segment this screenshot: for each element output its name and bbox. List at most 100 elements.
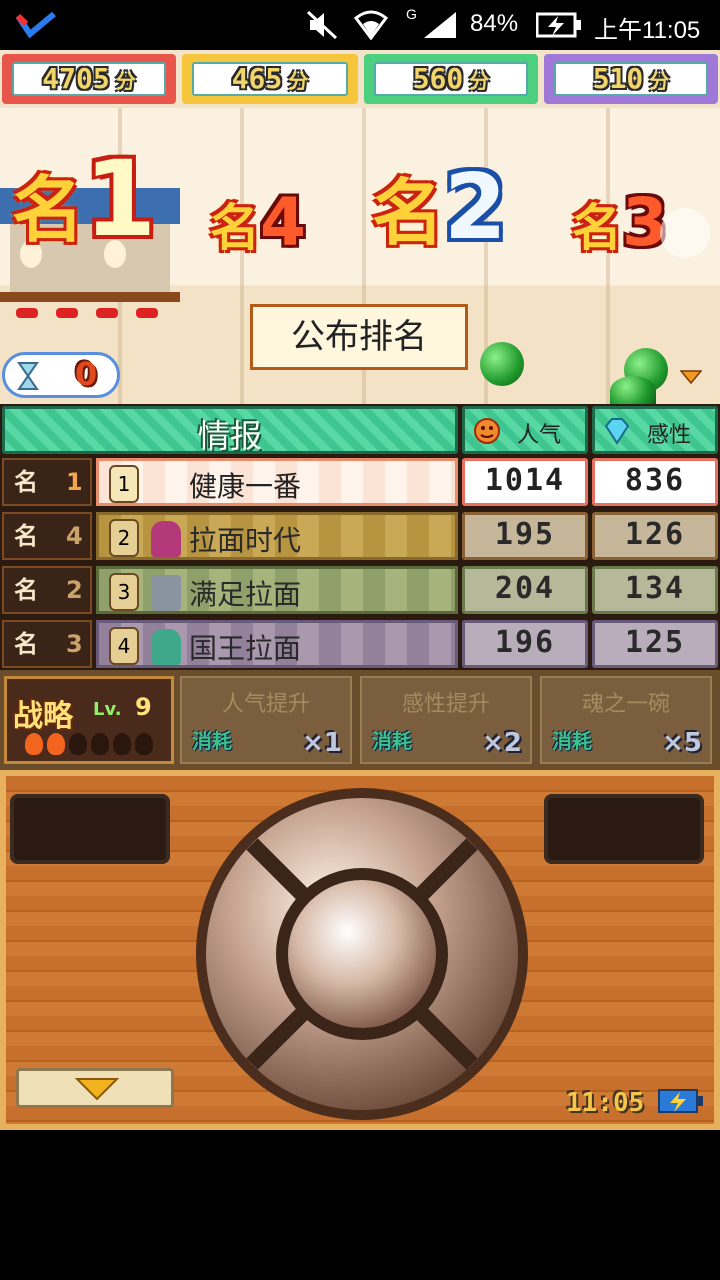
money-panel-3: 560 分 (364, 54, 538, 104)
row-rank: 名 1 (2, 458, 92, 506)
rank-label: 名 (372, 171, 445, 255)
row-rank-label: 名 (14, 576, 38, 604)
flame-empty-icon (69, 733, 87, 755)
money-unit: 分 (649, 69, 670, 93)
flame-empty-icon (113, 733, 131, 755)
floating-menu-button[interactable] (660, 208, 710, 258)
stool (16, 308, 38, 318)
row-sense-value: 836 (592, 458, 718, 506)
app-logo-icon (16, 12, 56, 38)
status-bar: G 84% 上午11:05 (0, 0, 720, 50)
row-number-tag: 1 (109, 465, 139, 503)
flame-icon (47, 733, 65, 755)
flame-empty-icon (91, 733, 109, 755)
row-name-cell: 1 健康一番 (96, 458, 458, 506)
owner-avatar (151, 575, 181, 611)
row-popularity-value: 196 (462, 620, 588, 668)
money-bar: 4705 分 465 分 560 分 510 分 (0, 50, 720, 108)
money-value: 560 (412, 62, 464, 95)
stool (56, 308, 78, 318)
row-rank-number: 3 (66, 630, 83, 658)
strategy-level-label: Lv. (93, 699, 122, 720)
skill-cost-label: 消耗 (552, 729, 592, 753)
green-orb (610, 376, 656, 406)
row-rank-label: 名 (14, 522, 38, 550)
strategy-bar: 战略 Lv. 9 人气提升 消耗 ×1 感性提升 消耗 ×2 魂之一碗 消耗 ×… (0, 670, 720, 770)
info-title: 情报 (197, 417, 262, 455)
row-rank-number: 4 (66, 522, 83, 550)
signal-icon (424, 12, 456, 38)
row-sense-value: 134 (592, 566, 718, 614)
table-row[interactable]: 名 2 3 满足拉面 204 134 (0, 564, 720, 616)
rank-label: 名 (572, 199, 622, 257)
owner-avatar (151, 521, 181, 557)
sense-header: 感性 (592, 406, 718, 454)
green-orb (480, 342, 524, 386)
left-screen (10, 794, 170, 864)
row-rank: 名 2 (2, 566, 92, 614)
battery-charging-icon (658, 1089, 703, 1113)
ranking-table: 情报 人气 感性 名 1 1 健康一番 1014 836 名 4 2 拉面时代 … (0, 404, 720, 670)
row-shop-name: 健康一番 (189, 470, 302, 503)
flame-gauge (25, 733, 153, 755)
money-unit: 分 (288, 69, 309, 93)
row-name-cell: 3 满足拉面 (96, 566, 458, 614)
row-popularity-value: 195 (462, 512, 588, 560)
rank-label: 名 (12, 168, 85, 252)
timer-indicator: 0 (2, 352, 120, 398)
rank-badge-1: 名1 (12, 138, 156, 260)
money-value: 510 (592, 62, 644, 95)
skill-name: 人气提升 (221, 692, 310, 717)
mute-icon (306, 10, 338, 40)
dpad-control[interactable] (192, 784, 532, 1124)
skill-name: 感性提升 (401, 692, 490, 717)
rank-number: 2 (444, 155, 507, 260)
money-panel-4: 510 分 (544, 54, 718, 104)
row-popularity-value: 1014 (462, 458, 588, 506)
row-rank-label: 名 (14, 468, 38, 496)
announce-ranking-button[interactable]: 公布排名 (250, 304, 468, 370)
row-name-cell: 4 国王拉面 (96, 620, 458, 668)
money-panel-1: 4705 分 (2, 54, 176, 104)
row-number-tag: 4 (109, 627, 139, 665)
row-number-tag: 2 (109, 519, 139, 557)
rank-label: 名 (210, 199, 260, 257)
skill-multiplier: ×1 (302, 728, 342, 758)
row-shop-name: 满足拉面 (189, 578, 302, 611)
table-row[interactable]: 名 4 2 拉面时代 195 126 (0, 510, 720, 562)
row-name-cell: 2 拉面时代 (96, 512, 458, 560)
flame-icon (25, 733, 43, 755)
sense-gem-icon (604, 418, 630, 445)
row-rank: 名 3 (2, 620, 92, 668)
skill-sense-up[interactable]: 感性提升 消耗 ×2 (360, 676, 532, 764)
skill-cost-label: 消耗 (192, 729, 232, 753)
strategy-title: 战略 (13, 699, 73, 734)
stool (136, 308, 158, 318)
table-row[interactable]: 名 3 4 国王拉面 196 125 (0, 618, 720, 670)
strategy-panel[interactable]: 战略 Lv. 9 (4, 676, 174, 764)
popularity-face-icon (474, 418, 500, 444)
money-unit: 分 (469, 69, 490, 93)
clock-time: 11:05 (566, 1088, 645, 1118)
skill-name: 魂之一碗 (581, 692, 670, 717)
money-value: 465 (231, 62, 283, 95)
right-screen (544, 794, 704, 864)
row-rank-number: 2 (66, 576, 83, 604)
flame-empty-icon (135, 733, 153, 755)
info-header: 情报 (2, 406, 458, 455)
row-rank-number: 1 (66, 468, 83, 496)
sense-label: 感性 (647, 423, 692, 448)
dropdown-arrow-icon[interactable] (680, 370, 702, 384)
table-row[interactable]: 名 1 1 健康一番 1014 836 (0, 456, 720, 508)
skill-popularity-up[interactable]: 人气提升 消耗 ×1 (180, 676, 352, 764)
row-sense-value: 126 (592, 512, 718, 560)
skill-cost-label: 消耗 (372, 729, 412, 753)
collapse-button[interactable] (16, 1068, 174, 1108)
skill-multiplier: ×2 (482, 728, 522, 758)
row-shop-name: 拉面时代 (189, 524, 302, 557)
skill-soul-bowl[interactable]: 魂之一碗 消耗 ×5 (540, 676, 712, 764)
skill-multiplier: ×5 (662, 728, 702, 758)
chevron-down-icon (75, 1078, 119, 1101)
row-rank-label: 名 (14, 630, 38, 658)
rank-badge-2: 名4 (210, 184, 306, 261)
